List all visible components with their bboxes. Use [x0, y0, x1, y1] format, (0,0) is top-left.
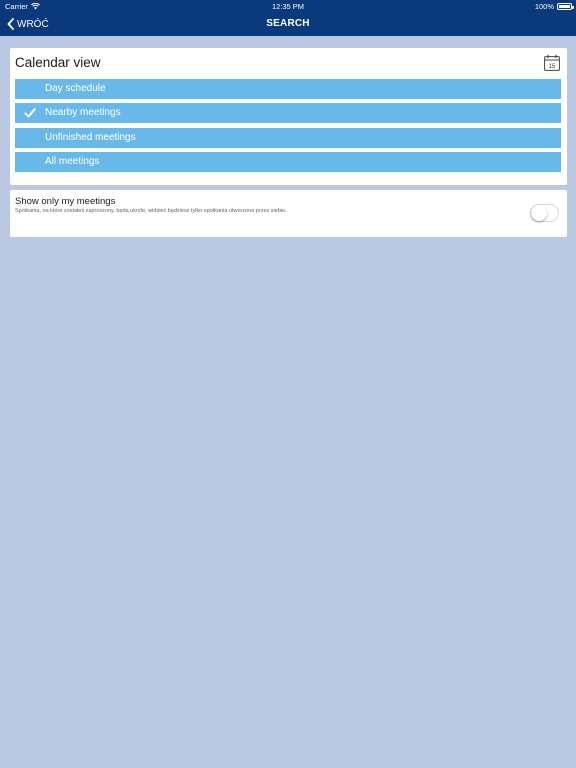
status-time: 12:35 PM	[271, 2, 305, 11]
navigation-bar: WRÓĆ SEARCH	[0, 12, 576, 36]
show-my-meetings-description: Spotkania, na które zostałeś zaproszony,…	[15, 208, 287, 214]
battery-icon	[557, 3, 574, 10]
show-my-meetings-toggle[interactable]	[530, 204, 559, 222]
status-bar: Carrier 12:35 PM 100%	[0, 0, 576, 12]
option-nearby-meetings[interactable]: Nearby meetings	[15, 103, 561, 123]
checkmark-icon	[24, 108, 36, 118]
status-battery: 100%	[534, 2, 574, 11]
toggle-knob	[531, 205, 547, 221]
top-bar: Carrier 12:35 PM 100% WRÓĆ SEARCH	[0, 0, 576, 36]
battery-percent: 100%	[534, 2, 554, 11]
option-label: Day schedule	[45, 83, 106, 94]
page-title: SEARCH	[266, 18, 310, 29]
calendar-view-title: Calendar view	[15, 55, 101, 70]
show-my-meetings-card: Show only my meetings Spotkania, na któr…	[10, 190, 567, 237]
calendar-icon[interactable]: 15	[544, 54, 560, 71]
option-unfinished-meetings[interactable]: Unfinished meetings	[15, 128, 561, 148]
option-day-schedule[interactable]: Day schedule	[15, 79, 561, 99]
calendar-icon-day: 15	[549, 64, 556, 70]
option-label: Nearby meetings	[45, 107, 121, 118]
option-label: Unfinished meetings	[45, 132, 136, 143]
calendar-view-card: Calendar view 15 Day schedule Nearby mee…	[10, 48, 567, 185]
option-label: All meetings	[45, 156, 100, 167]
show-my-meetings-title: Show only my meetings	[15, 196, 116, 207]
option-all-meetings[interactable]: All meetings	[15, 152, 561, 172]
